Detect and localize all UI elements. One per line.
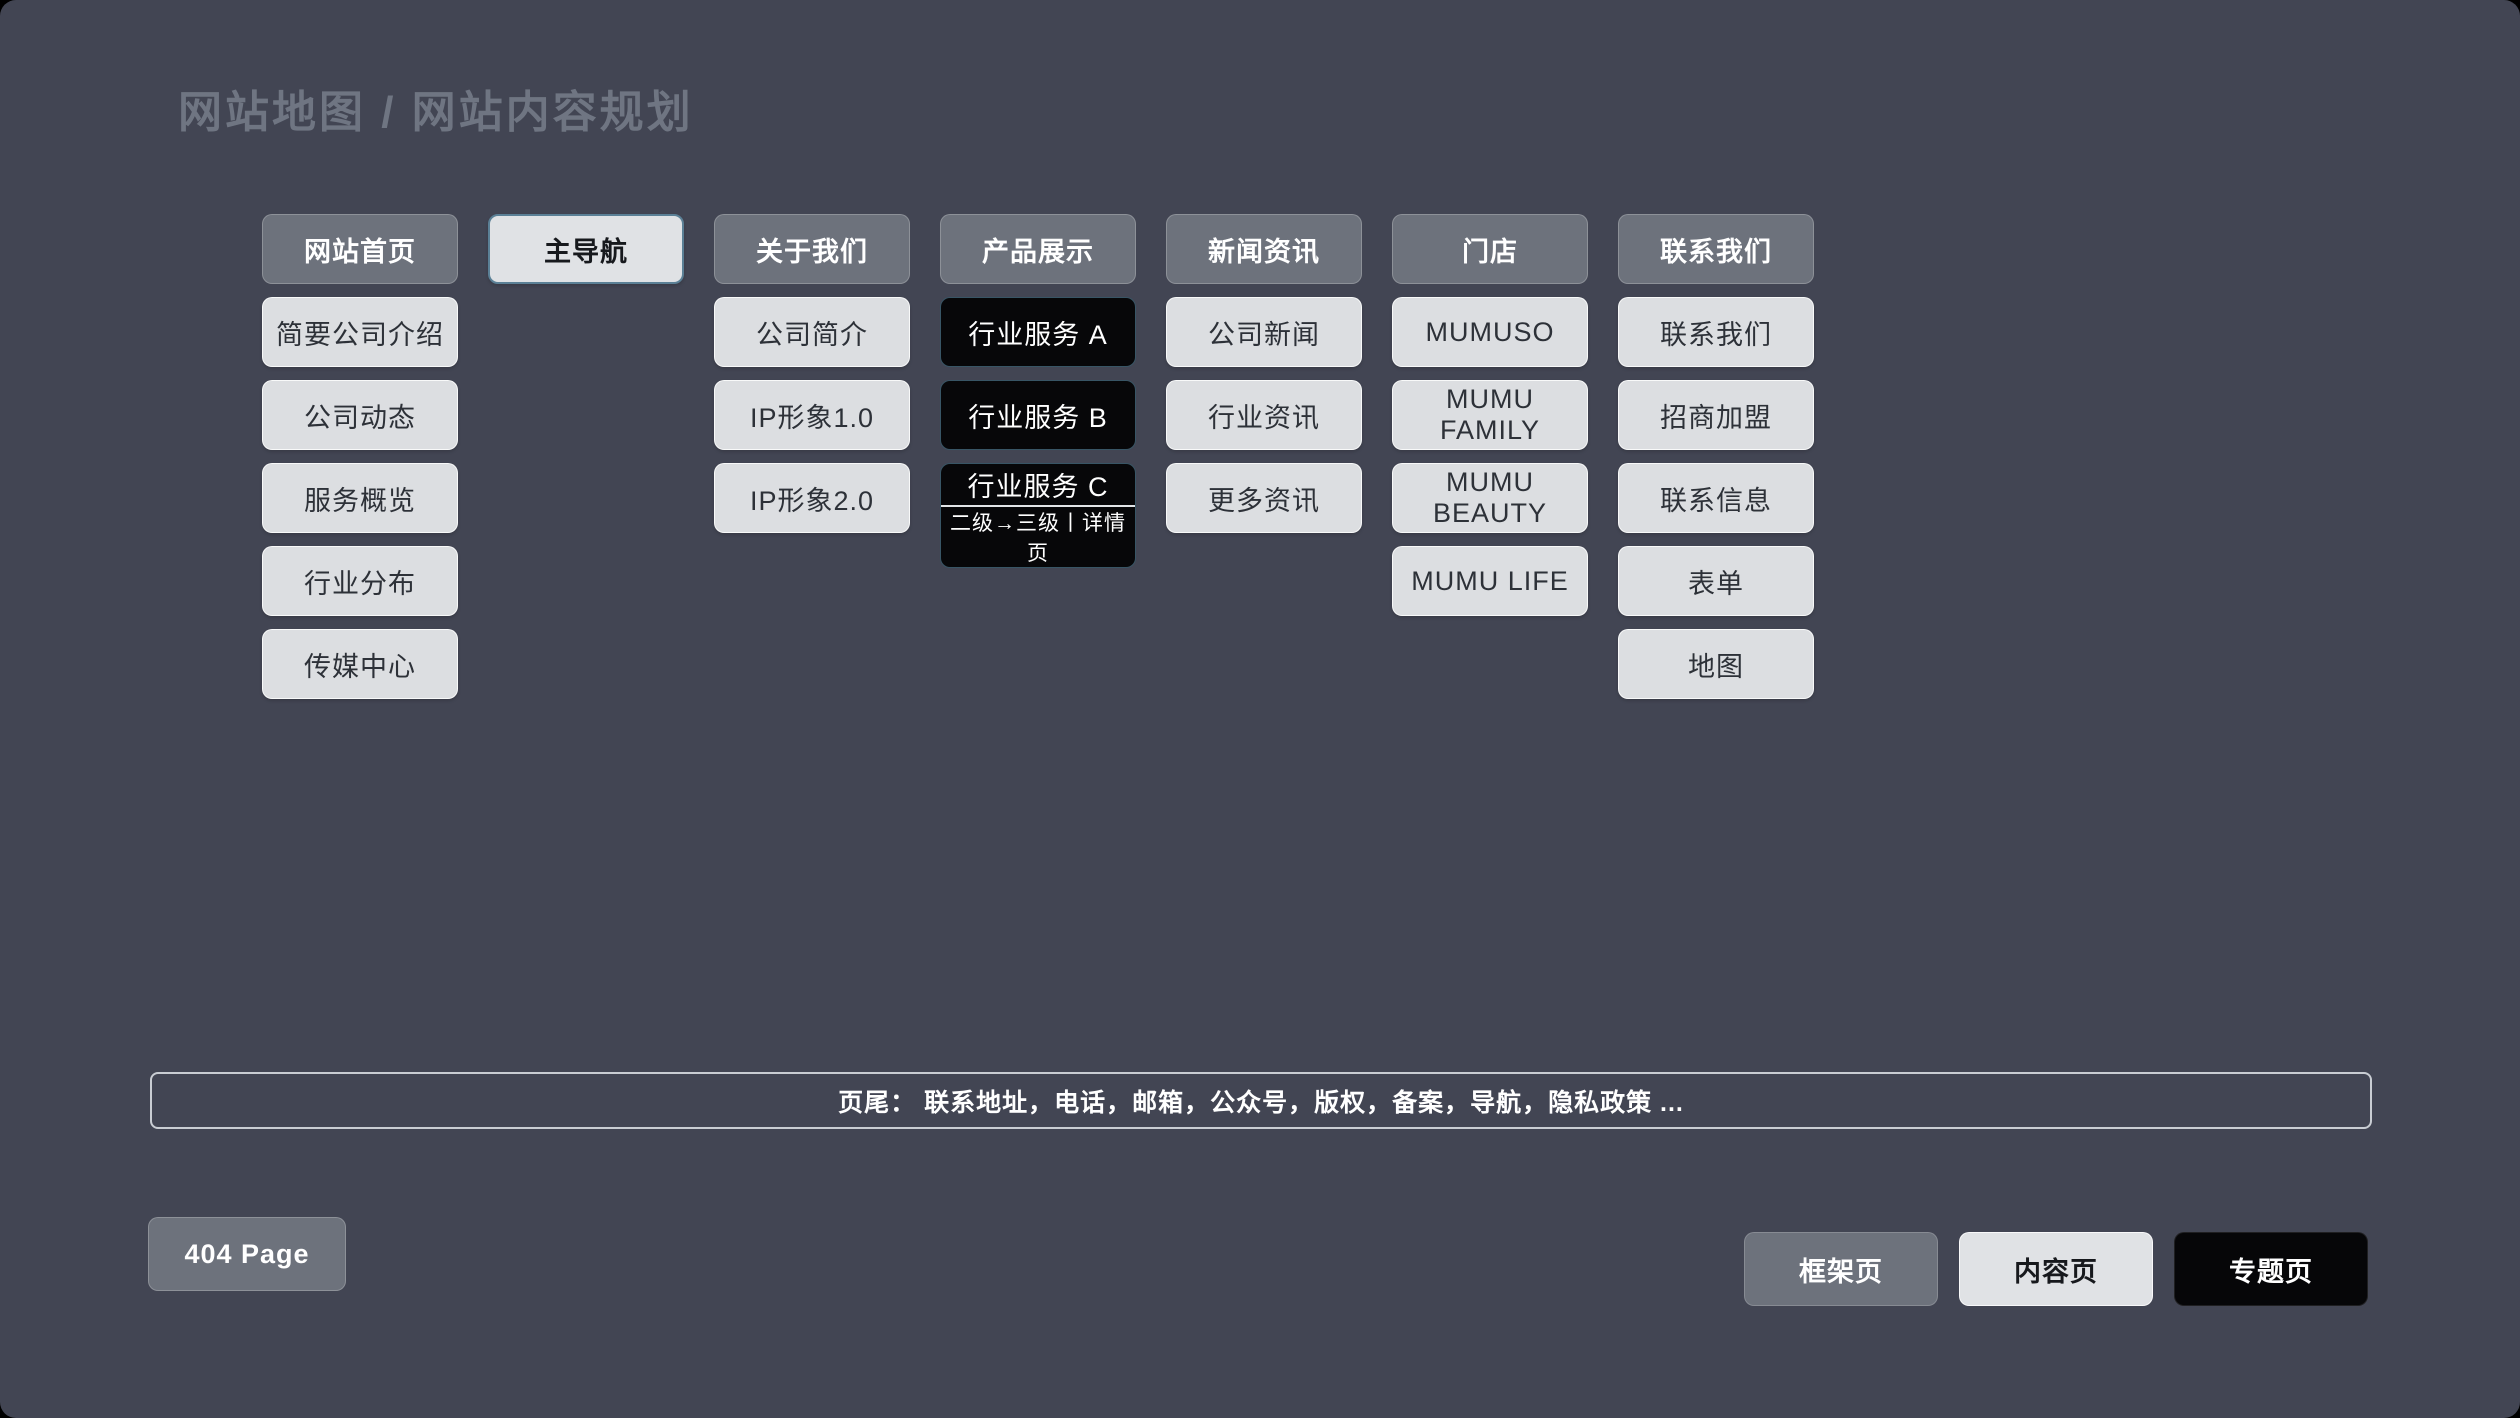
legend: 框架页 内容页 专题页 — [1744, 1232, 2368, 1306]
sitemap-column-5: 新闻资讯公司新闻行业资讯更多资讯 — [1166, 214, 1362, 533]
sitemap-node[interactable]: 公司简介 — [714, 297, 910, 367]
sitemap-column-6: 门店 MUMUSO MUMU FAMILY MUMU BEAUTY MUMU LIFE — [1392, 214, 1588, 616]
sitemap-column-7: 联系我们联系我们招商加盟联系信息表单地图 — [1618, 214, 1814, 699]
sitemap-node[interactable]: 服务概览 — [262, 463, 458, 533]
sitemap-node[interactable]: 表单 — [1618, 546, 1814, 616]
legend-frame-page[interactable]: 框架页 — [1744, 1232, 1938, 1306]
sitemap-node[interactable]: MUMU FAMILY — [1392, 380, 1588, 450]
sitemap-column-3: 关于我们公司简介 IP形象1.0 IP形象2.0 — [714, 214, 910, 533]
sitemap-node[interactable]: 公司动态 — [262, 380, 458, 450]
sitemap-node[interactable]: 联系我们 — [1618, 297, 1814, 367]
sitemap-node[interactable]: MUMU LIFE — [1392, 546, 1588, 616]
legend-special-page[interactable]: 专题页 — [2174, 1232, 2368, 1306]
sitemap-node[interactable]: 简要公司介绍 — [262, 297, 458, 367]
sitemap-column-2: 主导航 — [488, 214, 684, 284]
sitemap-node-label: 行业服务 C — [941, 464, 1135, 505]
sitemap-columns: 网站首页简要公司介绍公司动态服务概览行业分布传媒中心主导航关于我们公司简介IP形… — [262, 214, 1814, 699]
column-header[interactable]: 门店 — [1392, 214, 1588, 284]
column-header[interactable]: 联系我们 — [1618, 214, 1814, 284]
main-nav-node[interactable]: 主导航 — [488, 214, 684, 284]
sitemap-canvas: 网站地图 / 网站内容规划 网站首页简要公司介绍公司动态服务概览行业分布传媒中心… — [0, 0, 2520, 1418]
sitemap-node[interactable]: 行业服务 B — [940, 380, 1136, 450]
column-header[interactable]: 产品展示 — [940, 214, 1136, 284]
column-header[interactable]: 网站首页 — [262, 214, 458, 284]
footer-summary-bar: 页尾： 联系地址，电话，邮箱，公众号，版权，备案，导航，隐私政策 ... — [150, 1072, 2372, 1129]
sitemap-node[interactable]: 行业分布 — [262, 546, 458, 616]
sitemap-node-sublabel: 二级→三级丨详情页 — [941, 505, 1135, 567]
sitemap-node[interactable]: IP形象2.0 — [714, 463, 910, 533]
sitemap-column-1: 网站首页简要公司介绍公司动态服务概览行业分布传媒中心 — [262, 214, 458, 699]
sitemap-node[interactable]: IP形象1.0 — [714, 380, 910, 450]
legend-content-page[interactable]: 内容页 — [1959, 1232, 2153, 1306]
sitemap-node[interactable]: 联系信息 — [1618, 463, 1814, 533]
column-header[interactable]: 新闻资讯 — [1166, 214, 1362, 284]
sitemap-node[interactable]: 行业资讯 — [1166, 380, 1362, 450]
page-title: 网站地图 / 网站内容规划 — [178, 76, 694, 140]
sitemap-node[interactable]: MUMU BEAUTY — [1392, 463, 1588, 533]
page-404-node[interactable]: 404 Page — [148, 1217, 346, 1291]
sitemap-node[interactable]: 公司新闻 — [1166, 297, 1362, 367]
sitemap-node[interactable]: 行业服务 C二级→三级丨详情页 — [940, 463, 1136, 568]
sitemap-node[interactable]: 招商加盟 — [1618, 380, 1814, 450]
sitemap-node[interactable]: 行业服务 A — [940, 297, 1136, 367]
sitemap-node[interactable]: 传媒中心 — [262, 629, 458, 699]
sitemap-node[interactable]: MUMUSO — [1392, 297, 1588, 367]
sitemap-node[interactable]: 更多资讯 — [1166, 463, 1362, 533]
sitemap-node[interactable]: 地图 — [1618, 629, 1814, 699]
sitemap-column-4: 产品展示行业服务 A 行业服务 B 行业服务 C二级→三级丨详情页 — [940, 214, 1136, 568]
column-header[interactable]: 关于我们 — [714, 214, 910, 284]
